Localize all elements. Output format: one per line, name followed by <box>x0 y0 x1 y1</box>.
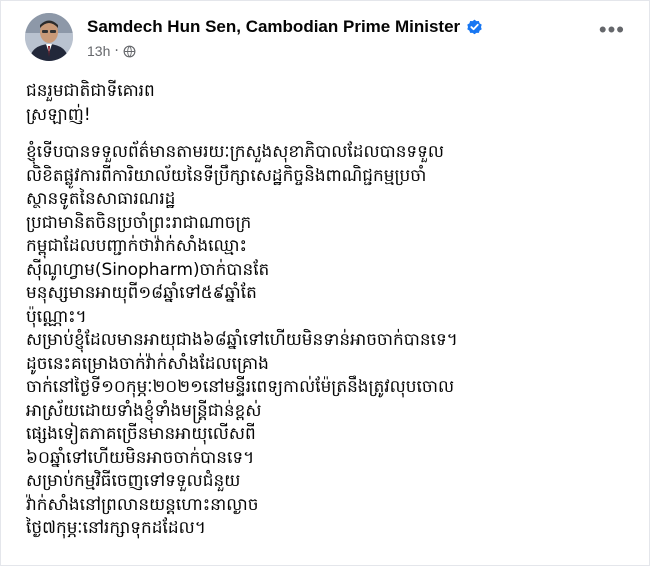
text-line: ថ្ងៃ៧កុម្ភៈនៅរក្សាទុកដដែល។ <box>26 517 206 537</box>
text-line: ប្រជាមានិតចិនប្រចាំព្រះរាជាណាចក្រ <box>26 211 252 232</box>
text-line: ចាក់នៅថ្ងៃទី១០កុម្ភៈ២០២១នៅមន្ទីរពេទ្យកាល… <box>26 376 455 396</box>
verified-badge-icon <box>467 19 482 34</box>
author-row: Samdech Hun Sen, Cambodian Prime Ministe… <box>87 17 483 37</box>
post-timestamp[interactable]: 13h <box>87 43 110 59</box>
text-line: សម្រាប់កម្មវិធីចេញទៅទទួលជំនួយ <box>26 470 241 490</box>
text-line: ជនរួមជាតិជាទីគោរព <box>26 80 155 100</box>
post-greeting: ជនរួមជាតិជាទីគោរព ស្រឡាញ់! <box>26 79 629 126</box>
post-text: ជនរួមជាតិជាទីគោរព ស្រឡាញ់! ខ្ញុំទើបបានទទ… <box>26 79 629 540</box>
post-meta: 13h · <box>87 43 136 59</box>
text-line: ស្រឡាញ់! <box>26 103 91 124</box>
text-line: មនុស្សមានអាយុពី១៨ឆ្នាំទៅ៥៩ឆ្នាំតែ <box>26 282 257 302</box>
post-body: ខ្ញុំទើបបានទទួលព័ត៌មានតាមរយៈក្រសួងសុខាភិ… <box>26 140 629 540</box>
text-line: ស្ថានទូតនៃសាធារណរដ្ឋ <box>26 188 176 208</box>
text-line: សម្រាប់ខ្ញុំដែលមានអាយុជាង៦៨ឆ្នាំទៅហើយមិន… <box>26 329 458 349</box>
text-line: ខ្ញុំទើបបានទទួលព័ត៌មានតាមរយៈក្រសួងសុខាភិ… <box>26 141 444 161</box>
author-name[interactable]: Samdech Hun Sen, Cambodian Prime Ministe… <box>87 17 460 37</box>
text-line: ៦០ឆ្នាំទៅហើយមិនអាចចាក់បានទេ។ <box>26 446 255 467</box>
text-line: វ៉ាក់សាំងនៅព្រលានយន្តហោះនាល្ងាច <box>26 493 259 514</box>
facebook-post: Samdech Hun Sen, Cambodian Prime Ministe… <box>0 0 650 566</box>
globe-icon[interactable] <box>123 45 136 58</box>
more-options-icon[interactable]: ••• <box>599 19 625 41</box>
text-line: កម្ពុជាដែលបញ្ជាក់ថាវ៉ាក់សាំងឈ្មោះ <box>26 235 247 255</box>
text-line: ប៉ុណ្ណោះ។ <box>26 305 87 326</box>
text-line: អាស្រ័យដោយទាំងខ្ញុំទាំងមន្ត្រីជាន់ខ្ពស់ <box>26 399 262 420</box>
text-line: ផ្សេងទៀតភាគច្រើនមានអាយុលើសពី <box>26 423 256 443</box>
post-header: Samdech Hun Sen, Cambodian Prime Ministe… <box>17 11 633 63</box>
text-line: ដូចនេះគម្រោងចាក់វ៉ាក់សាំងដែលគ្រោង <box>26 352 269 373</box>
text-line: ស៊ីណូហ្វាម(Sinopharm)ចាក់បានតែ <box>26 258 270 279</box>
avatar-portrait-icon <box>25 13 73 61</box>
meta-separator: · <box>114 43 119 59</box>
author-avatar[interactable] <box>25 13 73 61</box>
text-line: លិខិតផ្លូវការពីការិយាល័យនៃទីប្រឹក្សាសេដ្… <box>26 164 427 185</box>
